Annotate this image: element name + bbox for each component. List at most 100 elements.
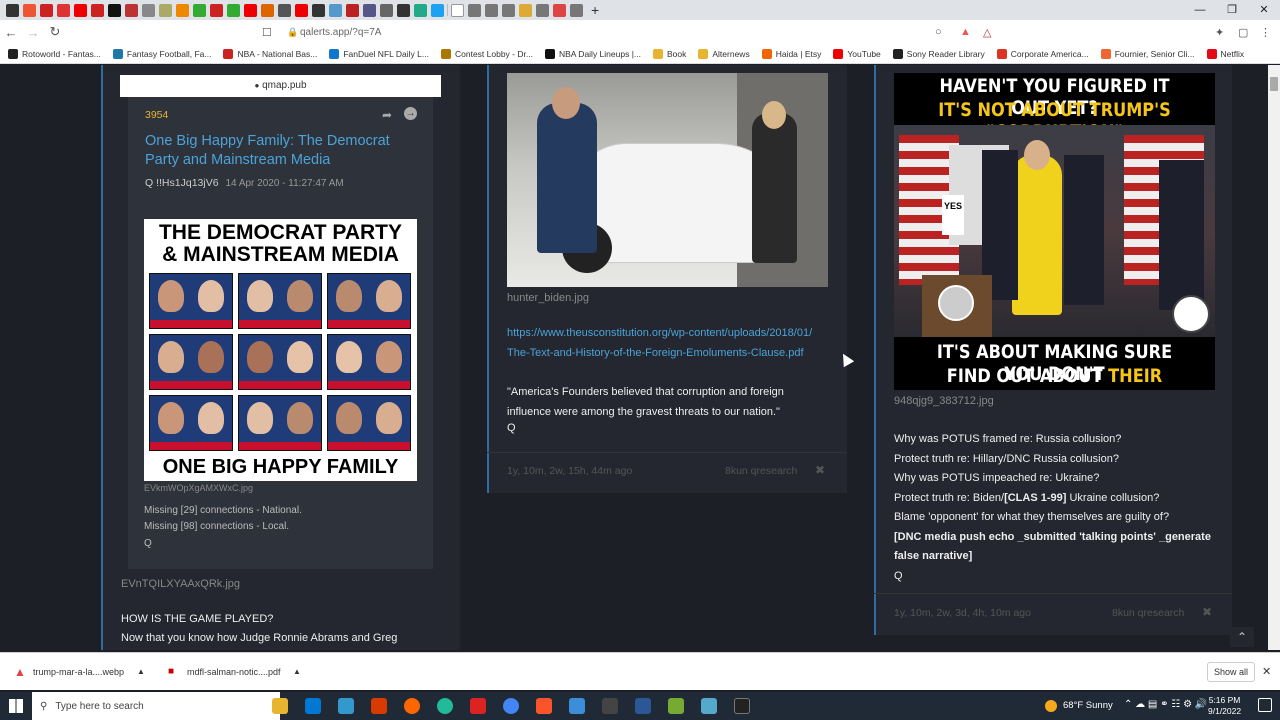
weather-text[interactable]: 68°F Sunny — [1063, 700, 1113, 711]
bookmark-item[interactable]: Haida | Etsy — [761, 48, 821, 59]
menu-icon[interactable]: ⋮ — [1260, 26, 1271, 39]
window-icon[interactable]: ▢ — [1238, 26, 1248, 39]
clock[interactable]: 5:16 PM 9/1/2022 — [1208, 695, 1241, 717]
url-field[interactable]: qalerts.app/?q=7A — [300, 27, 381, 38]
show-all-button[interactable]: Show all — [1207, 661, 1256, 682]
system-tray-icons[interactable]: ⌃ ☁ ▤ ⚭ ☷ ⚙ 🔊 — [1124, 699, 1207, 710]
tab-icon[interactable] — [244, 3, 257, 17]
constitution-link[interactable]: https://www.theusconstitution.org/wp-con… — [507, 324, 817, 363]
tab-icon[interactable] — [536, 3, 549, 17]
tab-icon[interactable] — [397, 3, 410, 17]
tab-icon[interactable] — [312, 3, 325, 17]
tab-icon[interactable] — [553, 3, 566, 17]
file-explorer-icon[interactable] — [272, 698, 288, 714]
drop-title[interactable]: One Big Happy Family: The Democrat Party… — [145, 132, 415, 170]
share-icon[interactable]: ➦ — [382, 108, 392, 122]
tab-icon[interactable] — [74, 3, 87, 17]
tab-icon[interactable] — [519, 3, 532, 17]
tab-icon[interactable] — [363, 3, 376, 17]
chevron-up-icon[interactable]: ▲ — [137, 667, 145, 676]
folder-alternews[interactable]: Alternews — [698, 48, 750, 59]
brave-icon[interactable] — [536, 698, 552, 714]
tab-icon[interactable] — [6, 3, 19, 17]
brave-shield-icon[interactable]: ▲ — [960, 26, 971, 38]
tab-icon[interactable] — [210, 3, 223, 17]
yandex-icon[interactable] — [470, 698, 486, 714]
tab-icon[interactable] — [57, 3, 70, 17]
reload-icon[interactable]: ↻ — [44, 24, 66, 40]
active-app-icon[interactable] — [569, 698, 585, 714]
tab-icon[interactable] — [193, 3, 206, 17]
bookmark-item[interactable]: FanDuel NFL Daily L... — [329, 48, 429, 59]
tab-icon[interactable] — [485, 3, 498, 17]
tab-icon[interactable] — [502, 3, 515, 17]
bookmark-item[interactable]: Fantasy Football, Fa... — [112, 48, 211, 59]
bookmark-netflix[interactable]: Netflix — [1206, 48, 1244, 59]
extensions-icon[interactable]: ✦ — [1215, 26, 1224, 39]
tab-icon[interactable] — [40, 3, 53, 17]
close-downloads-icon[interactable]: ✕ — [1262, 665, 1271, 678]
tab-icon[interactable] — [380, 3, 393, 17]
firefox-icon[interactable] — [404, 698, 420, 714]
office-icon[interactable] — [371, 698, 387, 714]
close-window-icon[interactable]: ✕ — [1248, 0, 1280, 20]
edge-icon[interactable] — [437, 698, 453, 714]
minimize-icon[interactable]: — — [1184, 0, 1216, 20]
post-number[interactable]: 3954 — [145, 109, 168, 121]
app-icon[interactable] — [602, 698, 618, 714]
app-icon[interactable] — [668, 698, 684, 714]
bookmark-icon[interactable]: ☐ — [262, 26, 272, 39]
tab-icon[interactable] — [176, 3, 189, 17]
folder-book[interactable]: Book — [653, 48, 686, 59]
new-tab-icon[interactable]: + — [591, 2, 599, 18]
tab-icon[interactable] — [346, 3, 359, 17]
tab-icon[interactable] — [329, 3, 342, 17]
chrome-icon[interactable] — [503, 698, 519, 714]
download-item[interactable]: trump-mar-a-la....webp — [33, 667, 124, 677]
bookmark-item[interactable]: Contest Lobby - Dr... — [440, 48, 533, 59]
democrat-party-media-image[interactable]: THE DEMOCRAT PARTY & MAINSTREAM MEDIA ON… — [144, 219, 417, 481]
tab-icon[interactable] — [91, 3, 104, 17]
word-icon[interactable] — [635, 698, 651, 714]
tab-icon[interactable] — [159, 3, 172, 17]
hunter-biden-photo[interactable] — [507, 73, 828, 287]
tab-icon[interactable] — [570, 3, 583, 17]
tab-icon[interactable] — [431, 3, 444, 17]
zoom-icon[interactable]: ○ — [935, 26, 942, 38]
post-source[interactable]: 8kun qresearch — [1112, 607, 1184, 619]
store-icon[interactable] — [305, 698, 321, 714]
active-tab-icon[interactable] — [451, 3, 464, 17]
go-arrow-icon[interactable]: → — [404, 107, 417, 120]
tab-icon[interactable] — [261, 3, 274, 17]
close-icon[interactable]: ✖ — [815, 463, 825, 477]
bookmark-item[interactable]: Fournier, Senior Cli... — [1100, 48, 1195, 59]
post-source[interactable]: 8kun qresearch — [725, 465, 797, 477]
tab-icon[interactable] — [125, 3, 138, 17]
brave-rewards-icon[interactable]: △ — [983, 26, 991, 39]
bookmark-item[interactable]: NBA Daily Lineups |... — [544, 48, 641, 59]
windows-start-icon[interactable] — [9, 699, 23, 713]
back-icon[interactable]: ← — [0, 25, 22, 40]
app-icon[interactable] — [701, 698, 717, 714]
tab-icon[interactable] — [227, 3, 240, 17]
maximize-icon[interactable]: ❐ — [1216, 0, 1248, 20]
bookmark-item[interactable]: Sony Reader Library — [892, 48, 985, 59]
download-item[interactable]: mdfl-salman-notic....pdf — [187, 667, 281, 677]
chevron-up-icon[interactable]: ▲ — [293, 667, 301, 676]
taskbar-search[interactable]: ⚲ Type here to search — [32, 692, 280, 720]
tab-icon[interactable] — [414, 3, 427, 17]
tab-icon[interactable] — [278, 3, 291, 17]
bookmark-item[interactable]: NBA - National Bas... — [223, 48, 317, 59]
tab-icon[interactable] — [468, 3, 481, 17]
terminal-icon[interactable] — [734, 698, 750, 714]
mail-icon[interactable] — [338, 698, 354, 714]
bookmark-item[interactable]: Rotoworld - Fantas... — [8, 48, 101, 59]
bookmark-item[interactable]: Corporate America... — [996, 48, 1089, 59]
tab-icon[interactable] — [108, 3, 121, 17]
close-icon[interactable]: ✖ — [1202, 605, 1212, 619]
scroll-top-button[interactable]: ⌃ — [1230, 627, 1254, 647]
page-scrollbar[interactable] — [1268, 65, 1280, 650]
corruption-meme-image[interactable]: HAVEN'T YOU FIGURED IT OUT YET? IT'S NOT… — [894, 73, 1215, 390]
tab-icon[interactable] — [142, 3, 155, 17]
bookmark-youtube[interactable]: YouTube — [833, 48, 881, 59]
